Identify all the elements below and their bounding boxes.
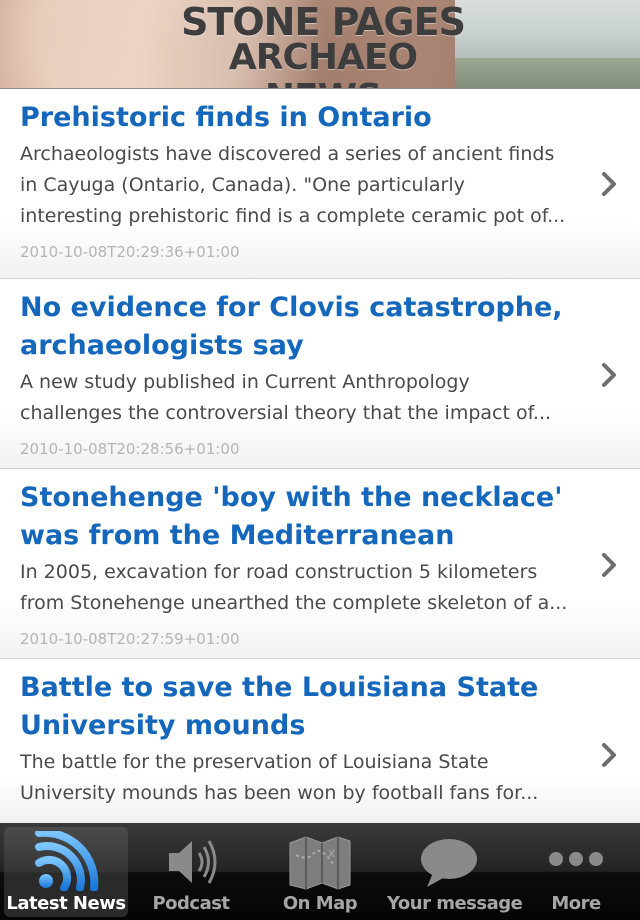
news-item[interactable]: Stonehenge 'boy with the necklace' was f… [0,469,640,659]
chevron-right-icon [602,553,616,577]
chevron-right-icon [602,363,616,387]
rss-icon [35,831,99,891]
speaker-icon [169,840,217,884]
news-item[interactable]: No evidence for Clovis catastrophe, arch… [0,279,640,469]
news-date: 2010-10-08T20:28:56+01:00 [20,440,240,458]
chevron-right-icon [602,172,616,196]
news-item[interactable]: Prehistoric finds in Ontario Archaeologi… [0,89,640,279]
more-dots-icon [549,852,603,866]
tab-label: More [551,893,601,914]
app-title-line2: ARCHAEO NEWS [228,37,418,89]
news-summary: Archaeologists have discovered a series … [20,143,566,227]
news-list[interactable]: Prehistoric finds in Ontario Archaeologi… [0,89,640,823]
news-title: Battle to save the Louisiana State Unive… [20,672,539,741]
tab-more[interactable]: More [514,827,638,917]
news-date: 2010-10-08T20:29:36+01:00 [20,243,240,261]
news-summary: In 2005, excavation for road constructio… [20,561,568,614]
tab-label: Latest News [6,893,126,914]
svg-text:x: x [328,846,335,860]
chevron-right-icon [602,743,616,767]
app-title-line1: STONE PAGES [181,0,466,44]
tab-your-message[interactable]: Your message [387,827,523,917]
news-summary: The battle for the preservation of Louis… [20,751,539,804]
news-title: Stonehenge 'boy with the necklace' was f… [20,482,563,551]
news-title: No evidence for Clovis catastrophe, arch… [20,292,563,361]
speech-bubble-icon [421,839,477,887]
header-banner: STONE PAGES ARCHAEO NEWS [0,0,640,89]
grass-background [455,58,640,88]
tab-on-map[interactable]: x On Map [258,827,382,917]
news-item[interactable]: Battle to save the Louisiana State Unive… [0,659,640,823]
tab-label: Your message [387,893,523,914]
app-title: STONE PAGES ARCHAEO NEWS [178,0,468,89]
tab-podcast[interactable]: Podcast [129,827,253,917]
news-title: Prehistoric finds in Ontario [20,102,432,133]
news-date: 2010-10-08T20:27:59+01:00 [20,630,240,648]
map-icon: x [289,836,351,890]
news-summary: A new study published in Current Anthrop… [20,371,552,424]
tab-latest-news[interactable]: Latest News [4,827,128,917]
tab-label: Podcast [152,893,230,914]
tab-label: On Map [282,893,358,914]
tab-bar: Latest News Podcast x On Map Your messag… [0,823,640,920]
